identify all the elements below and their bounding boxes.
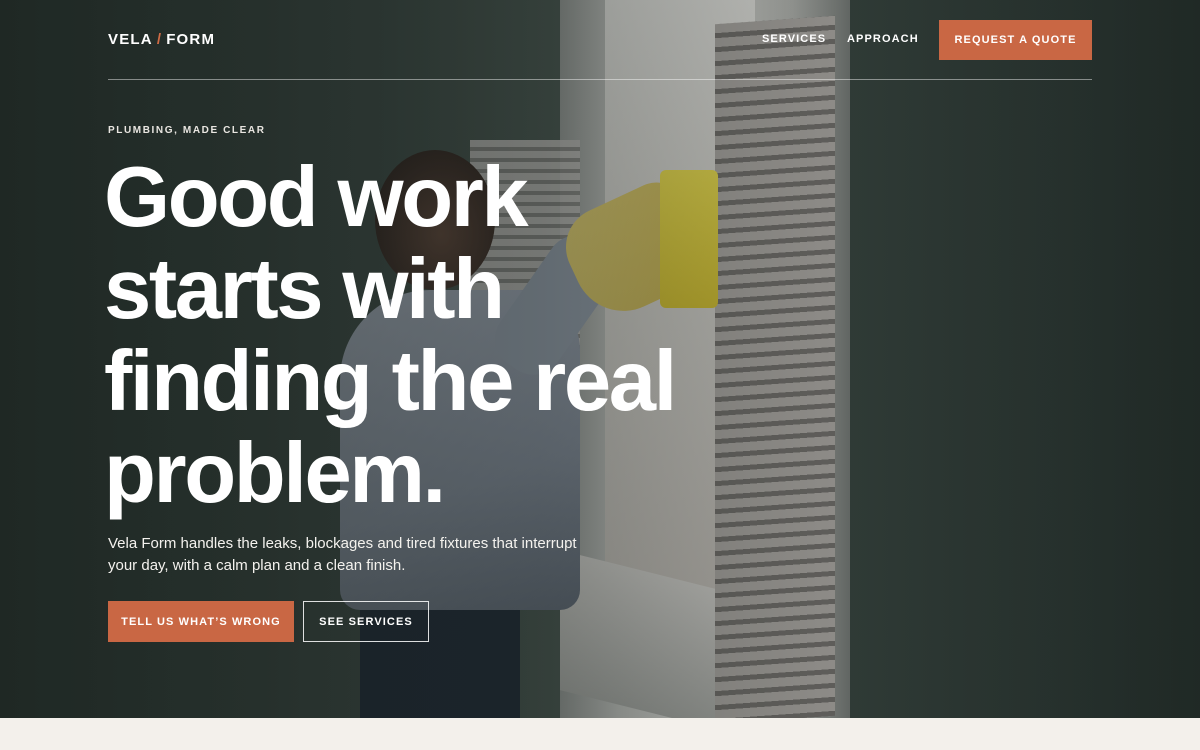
see-services-button[interactable]: SEE SERVICES <box>303 601 429 642</box>
nav-link-approach[interactable]: APPROACH <box>847 33 919 45</box>
hero-headline: Good work starts with finding the real p… <box>104 150 677 521</box>
brand-logo[interactable]: VELA / FORM <box>108 31 215 48</box>
brand-name-right: FORM <box>166 31 216 48</box>
site-header: VELA / FORM SERVICES APPROACH REQUEST A QU… <box>108 20 1092 80</box>
nav-link-services[interactable]: SERVICES <box>762 33 826 45</box>
hero-lead-paragraph: Vela Form handles the leaks, blockages a… <box>108 535 577 574</box>
brand-separator: / <box>156 31 163 48</box>
request-quote-button[interactable]: REQUEST A QUOTE <box>939 20 1092 60</box>
hero-eyebrow: PLUMBING, MADE CLEAR <box>108 125 266 136</box>
next-section-edge <box>0 718 1200 750</box>
tell-us-whats-wrong-button[interactable]: TELL US WHAT’S WRONG <box>108 601 294 642</box>
brand-name-left: VELA <box>108 31 153 48</box>
